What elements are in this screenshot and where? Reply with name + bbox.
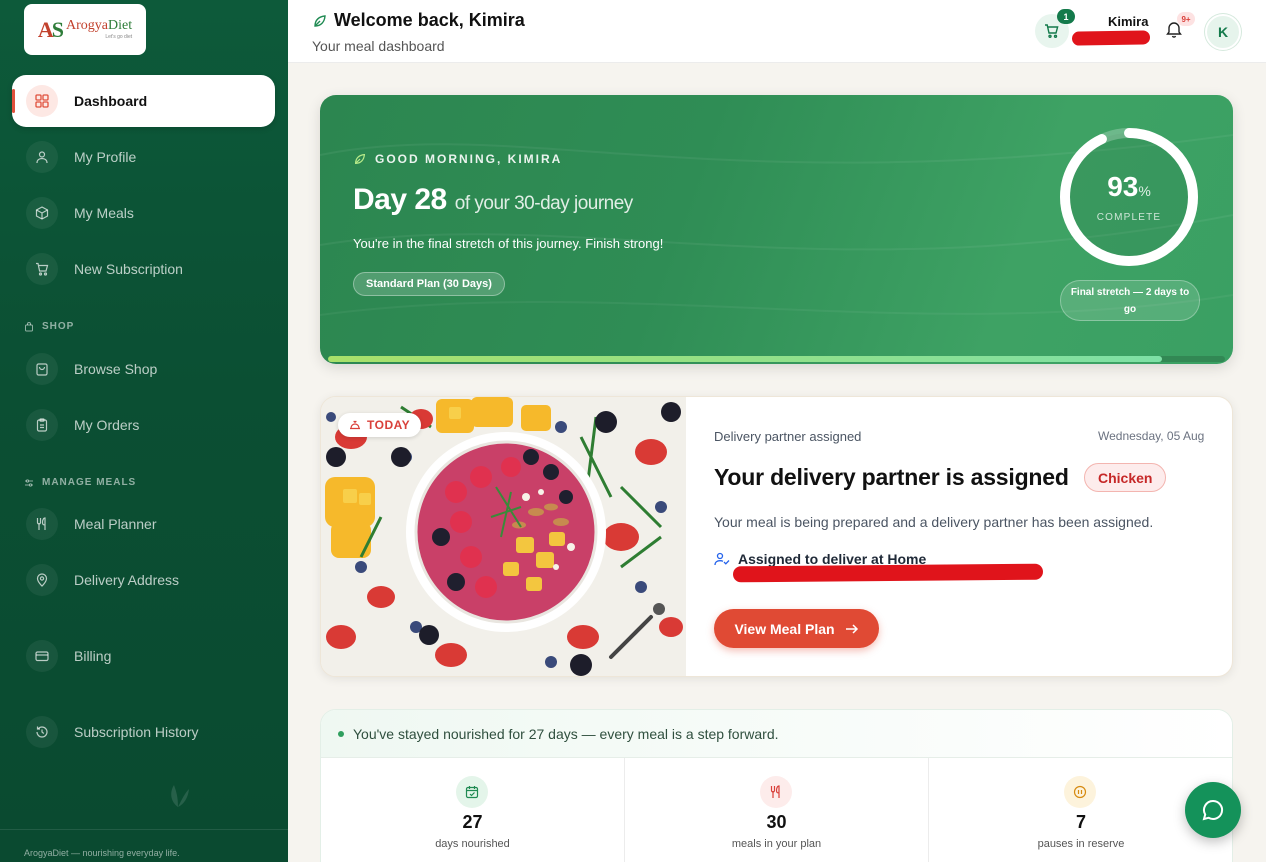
user-icon (26, 141, 58, 173)
redaction-mark (1071, 30, 1151, 46)
sidebar-item-label: Delivery Address (74, 572, 180, 588)
today-badge: TODAY (338, 413, 422, 437)
cart-icon (26, 253, 58, 285)
sidebar-item-label: Billing (74, 648, 112, 664)
progress-percent: 93% (1107, 171, 1151, 202)
logo-tagline: Let's go diet (105, 34, 133, 40)
redaction-mark (732, 563, 1044, 583)
cart-count-badge: 1 (1057, 9, 1075, 24)
delivery-status: Delivery partner assigned (714, 429, 862, 444)
sidebar-item-label: My Orders (74, 417, 140, 433)
journey-day: Day 28 of your 30-day journey (353, 183, 633, 216)
cart-icon (1045, 24, 1059, 39)
shop-section-icon (25, 321, 33, 331)
sidebar-item-label: Dashboard (74, 93, 148, 109)
arrow-right-icon (845, 623, 858, 634)
sidebar-item-dashboard[interactable]: Dashboard (12, 75, 275, 127)
hero-greeting: GOOD MORNING, KIMIRA (353, 152, 562, 166)
logo-mark: AS (37, 16, 64, 42)
sidebar-item-label: My Profile (74, 149, 137, 165)
plan-badge: Standard Plan (30 Days) (353, 272, 505, 296)
map-pin-icon (26, 564, 58, 596)
delivery-date: Wednesday, 05 Aug (1098, 429, 1205, 443)
sidebar-item-billing[interactable]: Billing (12, 630, 275, 682)
history-icon (26, 716, 58, 748)
credit-card-icon (26, 640, 58, 672)
sidebar-item-label: New Subscription (74, 261, 183, 277)
sidebar-item-my-meals[interactable]: My Meals (12, 187, 275, 239)
stats-message: You've stayed nourished for 27 days — ev… (321, 710, 1232, 758)
sidebar-item-delivery-address[interactable]: Delivery Address (12, 554, 275, 606)
calendar-check-icon (456, 776, 488, 808)
sidebar-item-label: Meal Planner (74, 516, 157, 532)
cloche-icon (350, 420, 360, 430)
page-title: Welcome back, Kimira (312, 10, 525, 31)
stat-days-nourished: 27 days nourished (321, 758, 625, 862)
sidebar-item-my-orders[interactable]: My Orders (12, 399, 275, 451)
progress-label: COMPLETE (1096, 212, 1162, 223)
shopping-bag-icon (26, 353, 58, 385)
leaf-watermark-icon (166, 780, 190, 813)
user-name[interactable]: Kimira (1108, 14, 1148, 29)
delivery-description: Your meal is being prepared and a delive… (714, 514, 1154, 530)
sidebar-footer: ArogyaDiet — nourishing everyday life. (24, 848, 180, 858)
meal-photo: TODAY (321, 397, 686, 676)
package-icon (26, 197, 58, 229)
utensils-icon (26, 508, 58, 540)
journey-hero-card: GOOD MORNING, KIMIRA Day 28 of your 30-d… (320, 95, 1233, 364)
sidebar: AS ArogyaDiet Let's go diet Dashboard My… (0, 0, 288, 862)
avatar[interactable]: K (1205, 14, 1241, 50)
sidebar-item-new-subscription[interactable]: New Subscription (12, 243, 275, 295)
journey-progress-fill (328, 356, 1163, 362)
clipboard-icon (26, 409, 58, 441)
hero-message: You're in the final stretch of this jour… (353, 236, 664, 251)
stat-meals-in-plan: 30 meals in your plan (625, 758, 929, 862)
section-shop: SHOP (24, 321, 74, 332)
sliders-section-icon (25, 478, 33, 487)
chat-bubble-icon (1202, 799, 1224, 821)
notification-count-badge: 9+ (1177, 12, 1195, 26)
leaf-icon (355, 153, 366, 164)
today-delivery-card: TODAY Delivery partner assigned Wednesda… (320, 396, 1233, 677)
brand-logo[interactable]: AS ArogyaDiet Let's go diet (24, 4, 146, 55)
top-header: Welcome back, Kimira Your meal dashboard… (288, 0, 1266, 63)
status-dot (338, 730, 344, 737)
sidebar-item-my-profile[interactable]: My Profile (12, 131, 275, 183)
utensils-icon (760, 776, 792, 808)
chat-button[interactable] (1185, 782, 1241, 838)
sidebar-item-subscription-history[interactable]: Subscription History (12, 706, 275, 758)
sidebar-item-browse-shop[interactable]: Browse Shop (12, 343, 275, 395)
user-check-icon (714, 552, 730, 566)
meal-type-badge: Chicken (1084, 463, 1167, 492)
sidebar-item-label: Subscription History (74, 724, 199, 740)
sidebar-item-label: My Meals (74, 205, 134, 221)
view-meal-plan-button[interactable]: View Meal Plan (714, 609, 879, 648)
nourishment-stats-card: You've stayed nourished for 27 days — ev… (320, 709, 1233, 862)
section-manage-meals: MANAGE MEALS (24, 477, 136, 488)
delivery-title: Your delivery partner is assigned (714, 464, 1069, 490)
pause-icon (1064, 776, 1096, 808)
grid-icon (26, 85, 58, 117)
sidebar-item-label: Browse Shop (74, 361, 158, 377)
days-left-badge: Final stretch — 2 days to go (1060, 280, 1200, 321)
page-subtitle: Your meal dashboard (312, 38, 445, 54)
journey-progress-bar (328, 356, 1225, 362)
logo-name: ArogyaDiet (66, 18, 133, 33)
leaf-icon (314, 14, 326, 27)
smoothie-bowl-image (321, 397, 686, 676)
sidebar-item-meal-planner[interactable]: Meal Planner (12, 498, 275, 550)
